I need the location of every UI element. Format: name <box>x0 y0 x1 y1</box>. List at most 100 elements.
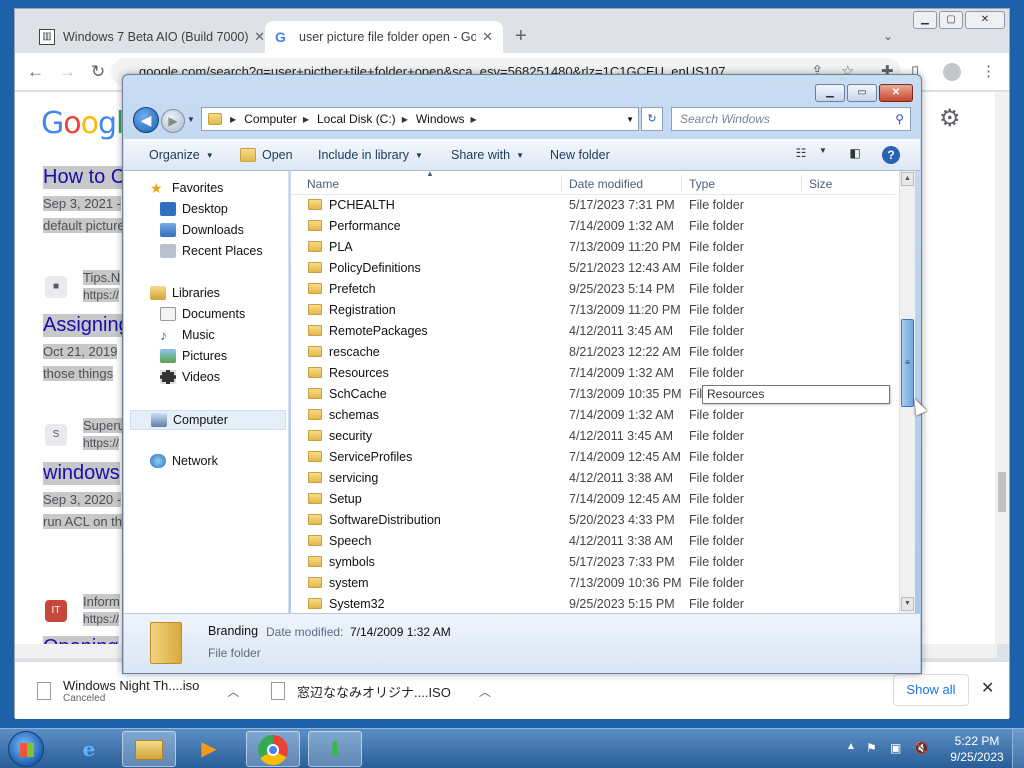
breadcrumb-local-disk[interactable]: Local Disk (C:) <box>317 112 396 126</box>
action-center-flag-icon[interactable]: ⚑ <box>866 741 877 755</box>
close-tab-icon[interactable]: ✕ <box>254 29 265 45</box>
breadcrumb-separator-icon[interactable]: ▶ <box>230 115 236 124</box>
chevron-up-icon[interactable]: ︿ <box>227 683 239 700</box>
nav-computer[interactable]: Computer <box>130 410 286 430</box>
file-row[interactable]: system 7/13/2009 10:36 PM File folder <box>291 573 895 594</box>
organize-button[interactable]: Organize ▼ <box>149 148 214 162</box>
column-type[interactable]: Type <box>689 177 715 191</box>
tab-search-icon[interactable]: ⌄ <box>883 29 893 43</box>
change-view-icon[interactable]: ☷ <box>792 146 810 164</box>
new-folder-button[interactable]: New folder <box>550 148 610 162</box>
address-dropdown-icon[interactable]: ▼ <box>626 115 634 124</box>
include-in-library-button[interactable]: Include in library ▼ <box>318 148 423 162</box>
settings-gear-icon[interactable]: ⚙ <box>939 104 961 133</box>
file-row[interactable]: security 4/12/2011 3:45 AM File folder <box>291 426 895 447</box>
file-row[interactable]: PLA 7/13/2009 11:20 PM File folder <box>291 237 895 258</box>
system-clock[interactable]: 5:22 PM 9/25/2023 <box>944 733 1010 765</box>
result-title[interactable]: Assigning <box>43 314 130 337</box>
file-row[interactable]: ServiceProfiles 7/14/2009 12:45 AM File fo… <box>291 447 895 468</box>
column-size[interactable]: Size <box>809 177 832 191</box>
scrollbar-thumb[interactable] <box>998 472 1006 512</box>
scroll-down-icon[interactable]: ▼ <box>901 597 914 611</box>
nav-downloads[interactable]: Downloads <box>160 223 244 237</box>
internet-explorer-icon[interactable]: e <box>62 731 116 767</box>
file-row[interactable]: Resources 7/14/2009 1:32 AM File folder <box>291 363 895 384</box>
file-row[interactable]: Registration 7/13/2009 11:20 PM File folde… <box>291 300 895 321</box>
forward-arrow-icon[interactable]: ▶ <box>161 109 185 133</box>
file-row[interactable]: schemas 7/14/2009 1:32 AM File folder <box>291 405 895 426</box>
file-row[interactable]: RemotePackages 4/12/2011 3:45 AM File fold… <box>291 321 895 342</box>
breadcrumb-separator-icon[interactable]: ▶ <box>303 115 309 124</box>
preview-pane-icon[interactable]: ◧ <box>846 146 864 164</box>
search-input[interactable]: Search Windows ⚲ <box>671 107 911 131</box>
file-row[interactable]: rescache 8/21/2023 12:22 AM File folder <box>291 342 895 363</box>
file-row[interactable]: Performance 7/14/2009 1:32 AM File folder <box>291 216 895 237</box>
network-tray-icon[interactable]: ▣ <box>890 741 901 755</box>
result-title[interactable]: windows <box>43 462 120 485</box>
maximize-icon[interactable]: ▭ <box>847 84 877 102</box>
breadcrumb-windows[interactable]: Windows <box>416 112 465 126</box>
minimize-icon[interactable]: ▁ <box>913 11 937 29</box>
nav-pictures[interactable]: Pictures <box>160 349 227 363</box>
nav-recent-places[interactable]: Recent Places <box>160 244 263 258</box>
file-row[interactable]: System32 9/25/2023 5:15 PM File folder <box>291 594 895 615</box>
scroll-up-icon[interactable]: ▲ <box>901 172 914 186</box>
volume-muted-icon[interactable]: 🔇 <box>914 741 929 755</box>
show-all-button[interactable]: Show all <box>893 674 969 706</box>
tab-windows7-beta[interactable]: ▥ Windows 7 Beta AIO (Build 7000) ✕ <box>29 21 275 53</box>
file-row[interactable]: Setup 7/14/2009 12:45 AM File folder <box>291 489 895 510</box>
close-tab-icon[interactable]: ✕ <box>482 29 493 45</box>
result-url[interactable]: https:// <box>83 612 120 626</box>
reload-icon[interactable]: ↻ <box>91 62 105 82</box>
result-source[interactable]: Superu <box>83 418 125 433</box>
page-scrollbar[interactable] <box>995 92 1009 644</box>
nav-desktop[interactable]: Desktop <box>160 202 228 216</box>
file-row[interactable]: PCHEALTH 5/17/2023 7:31 PM File folder <box>291 195 895 216</box>
download-manager-icon[interactable]: ⬇ <box>308 731 362 767</box>
new-tab-button[interactable]: + <box>515 25 527 48</box>
result-source[interactable]: Inform <box>83 594 120 609</box>
back-arrow-icon[interactable]: ◀ <box>133 107 159 133</box>
result-title[interactable]: Opening <box>43 636 119 644</box>
nav-music[interactable]: ♪ Music <box>160 328 215 342</box>
chevron-up-icon[interactable]: ︿ <box>479 683 491 700</box>
search-icon[interactable]: ⚲ <box>895 108 904 130</box>
help-icon[interactable]: ? <box>882 146 900 164</box>
nav-favorites[interactable]: ★ Favorites <box>150 181 223 195</box>
media-player-icon[interactable]: ▶ <box>182 731 236 767</box>
file-row[interactable]: PolicyDefinitions 5/21/2023 12:43 AM File … <box>291 258 895 279</box>
file-row[interactable]: servicing 4/12/2011 3:38 AM File folder <box>291 468 895 489</box>
result-url[interactable]: https:// <box>83 288 120 302</box>
start-button[interactable] <box>8 731 44 767</box>
download-item[interactable]: 窓辺ななみオリジナ....ISO ︿ <box>271 672 491 710</box>
close-window-icon[interactable]: ✕ <box>965 11 1005 29</box>
close-downloads-icon[interactable]: ✕ <box>981 678 994 698</box>
column-date-modified[interactable]: Date modified <box>569 177 643 191</box>
chrome-icon[interactable] <box>246 731 300 767</box>
windows-explorer-icon[interactable] <box>122 731 176 767</box>
file-row[interactable]: SoftwareDistribution 5/20/2023 4:33 PM Fil… <box>291 510 895 531</box>
file-row[interactable]: symbols 5/17/2023 7:33 PM File folder <box>291 552 895 573</box>
column-divider[interactable] <box>561 175 562 193</box>
open-button[interactable]: Open <box>240 148 293 162</box>
address-breadcrumb[interactable]: ▶ Computer ▶ Local Disk (C:) ▶ Windows ▶… <box>201 107 639 131</box>
forward-icon[interactable]: → <box>59 62 76 82</box>
minimize-icon[interactable]: ▁ <box>815 84 845 102</box>
breadcrumb-separator-icon[interactable]: ▶ <box>402 115 408 124</box>
menu-icon[interactable]: ⋮ <box>981 62 996 80</box>
scrollbar-thumb[interactable]: ≡ <box>901 319 914 407</box>
file-row[interactable]: Speech 4/12/2011 3:38 AM File folder <box>291 531 895 552</box>
view-options-chevron-icon[interactable]: ▼ <box>814 146 832 164</box>
show-desktop-button[interactable] <box>1012 729 1024 768</box>
share-with-button[interactable]: Share with ▼ <box>451 148 524 162</box>
nav-documents[interactable]: Documents <box>160 307 245 321</box>
profile-avatar-icon[interactable] <box>943 63 961 81</box>
nav-videos[interactable]: Videos <box>160 370 220 384</box>
column-divider[interactable] <box>681 175 682 193</box>
result-title[interactable]: How to C <box>43 166 126 189</box>
refresh-icon[interactable]: ↻ <box>641 107 663 131</box>
result-source[interactable]: Tips.N <box>83 270 121 285</box>
back-icon[interactable]: ← <box>27 62 44 82</box>
maximize-icon[interactable]: ▢ <box>939 11 963 29</box>
column-divider[interactable] <box>801 175 802 193</box>
